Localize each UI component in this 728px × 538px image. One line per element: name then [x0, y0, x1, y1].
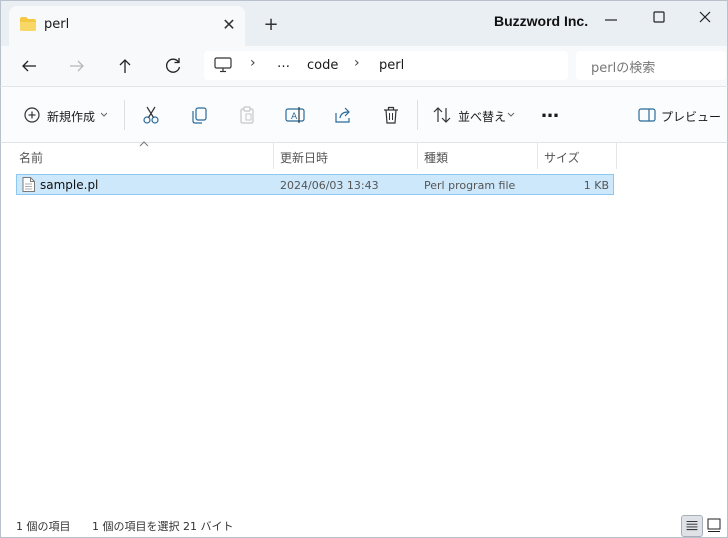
column-header-type[interactable]: 種類 [424, 149, 448, 166]
new-icon[interactable] [21, 104, 43, 126]
tab-close-button[interactable]: ✕ [217, 13, 241, 37]
column-header-size[interactable]: サイズ [544, 149, 580, 166]
sort-button-label[interactable]: 並べ替え [458, 108, 506, 125]
file-size: 1 KB [583, 179, 609, 192]
breadcrumb-separator[interactable]: › [250, 55, 256, 71]
title-bar: perl ✕ + Buzzword Inc. [0, 0, 728, 47]
command-divider [417, 100, 418, 130]
file-name[interactable]: sample.pl [40, 178, 98, 192]
tiles-view-icon[interactable] [706, 517, 722, 533]
chevron-down-icon[interactable] [100, 112, 108, 118]
sort-icon[interactable] [431, 104, 453, 126]
refresh-icon[interactable] [159, 52, 187, 80]
item-count: 1 個の項目 [16, 520, 71, 533]
address-bar[interactable]: › … code › perl [204, 51, 568, 80]
column-header-modified[interactable]: 更新日時 [280, 149, 328, 166]
back-arrow-icon[interactable] [15, 52, 43, 80]
delete-icon[interactable] [380, 104, 402, 126]
preview-button-label[interactable]: プレビュー [661, 108, 721, 125]
breadcrumb-code[interactable]: code [307, 58, 338, 73]
cut-icon[interactable] [140, 104, 162, 126]
column-header-name[interactable]: 名前 [19, 149, 43, 166]
new-button-label[interactable]: 新規作成 [47, 108, 95, 125]
paste-icon [240, 106, 254, 124]
column-divider[interactable] [273, 143, 274, 169]
rename-icon[interactable]: A [284, 104, 306, 126]
status-bar: 1 個の項目 1 個の項目を選択 21 バイト [0, 505, 728, 538]
navigation-bar: › … code › perl perlの検索 [0, 46, 728, 86]
copy-icon[interactable] [188, 104, 210, 126]
table-row[interactable]: sample.pl 2024/06/03 13:43 Perl program … [16, 174, 614, 195]
column-divider[interactable] [417, 143, 418, 169]
forward-arrow-icon[interactable] [63, 52, 91, 80]
command-bar: 新規作成 A 並べ替え … プレビュー [0, 86, 728, 143]
search-placeholder[interactable]: perlの検索 [591, 57, 655, 76]
minimize-icon[interactable] [597, 10, 625, 30]
new-tab-button[interactable]: + [259, 13, 283, 37]
file-list[interactable]: sample.pl 2024/06/03 13:43 Perl program … [0, 169, 728, 505]
column-divider[interactable] [537, 143, 538, 169]
folder-icon [20, 17, 36, 31]
search-box[interactable]: perlの検索 [576, 51, 726, 80]
maximize-icon[interactable] [645, 7, 673, 27]
chevron-down-icon[interactable] [507, 112, 515, 118]
more-icon[interactable]: … [541, 101, 559, 122]
breadcrumb-perl[interactable]: perl [379, 58, 404, 73]
up-arrow-icon[interactable] [111, 52, 139, 80]
details-view-icon[interactable] [681, 515, 703, 537]
preview-pane-icon[interactable] [636, 104, 658, 126]
column-divider[interactable] [616, 143, 617, 169]
file-icon [22, 177, 35, 192]
tab-perl[interactable]: perl ✕ [9, 6, 245, 47]
brand-label: Buzzword Inc. [494, 13, 589, 29]
breadcrumb-separator[interactable]: › [354, 55, 360, 71]
tab-title: perl [44, 17, 70, 32]
close-icon[interactable] [691, 7, 719, 27]
computer-icon[interactable] [214, 57, 232, 73]
file-modified: 2024/06/03 13:43 [280, 179, 379, 192]
file-type: Perl program file [424, 179, 516, 192]
command-divider [124, 100, 125, 130]
breadcrumb-overflow[interactable]: … [277, 56, 290, 71]
selection-info: 1 個の項目を選択 21 バイト [92, 520, 234, 533]
sort-ascending-icon [139, 141, 149, 147]
share-icon[interactable] [332, 104, 354, 126]
svg-text:A: A [291, 112, 298, 122]
column-header-row: 名前 更新日時 種類 サイズ [0, 141, 728, 169]
